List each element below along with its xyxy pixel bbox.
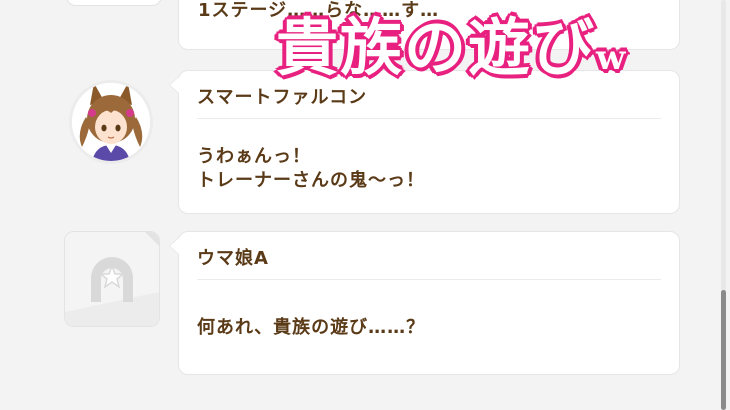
message-bubble-uma-a: ウマ娘A 何あれ、貴族の遊び……？ xyxy=(169,231,680,375)
speaker-name: ウマ娘A xyxy=(197,248,269,269)
divider xyxy=(197,279,661,280)
message-line: 何あれ、貴族の遊び……？ xyxy=(197,317,426,338)
avatar-placeholder xyxy=(64,231,160,327)
message-line: うわぁんっ！ xyxy=(197,146,311,167)
smart-falcon-portrait-icon xyxy=(72,83,150,161)
overlay-caption-main: 貴族の遊び xyxy=(276,11,597,84)
scrollbar-thumb[interactable] xyxy=(721,290,726,410)
overlay-caption-suffix: w xyxy=(596,38,628,78)
avatar-partial-top xyxy=(66,0,162,6)
dialog-log-screen: 1ステージ……らな……す… スマートファルコン うわぁんっ！ トレーナーさんの鬼… xyxy=(0,0,730,410)
overlay-caption: 貴族の遊びw xyxy=(276,0,627,106)
avatar-smart-falcon xyxy=(69,80,153,164)
horseshoe-icon xyxy=(65,232,159,326)
message-line: トレーナーさんの鬼～っ！ xyxy=(197,170,425,191)
divider xyxy=(197,118,661,119)
